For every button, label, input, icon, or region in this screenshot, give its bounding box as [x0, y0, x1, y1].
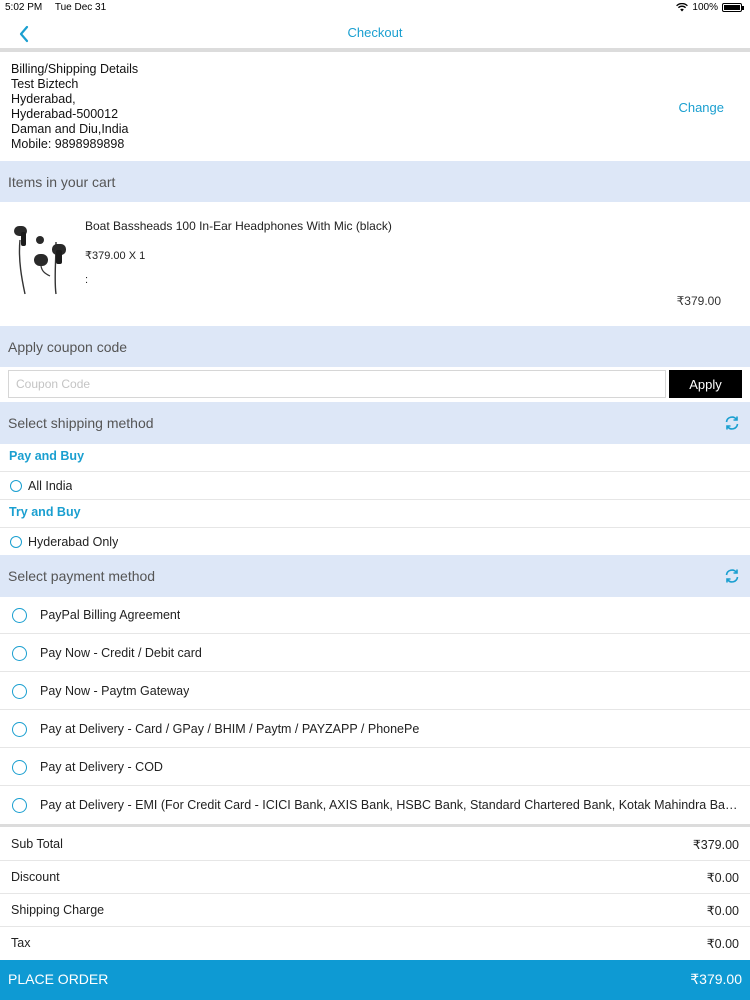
totals-label: Tax — [11, 936, 31, 950]
cart-item-total: ₹379.00 — [676, 294, 721, 308]
payment-option-label: Pay at Delivery - Card / GPay / BHIM / P… — [40, 722, 420, 736]
radio-button[interactable] — [12, 721, 27, 737]
cart-header-label: Items in your cart — [8, 173, 116, 190]
totals-value: ₹0.00 — [706, 904, 739, 918]
address-line1: Hyderabad, — [11, 92, 76, 106]
divider — [0, 824, 750, 827]
cart-section-header: Items in your cart — [0, 161, 750, 202]
payment-option-paytm[interactable]: Pay Now - Paytm Gateway — [0, 674, 750, 708]
radio-button[interactable] — [12, 797, 27, 813]
shipping-header-label: Select shipping method — [8, 415, 154, 431]
apply-coupon-button[interactable]: Apply — [669, 370, 742, 398]
payment-option-label: Pay at Delivery - EMI (For Credit Card -… — [40, 798, 740, 812]
payment-option-paypal[interactable]: PayPal Billing Agreement — [0, 598, 750, 632]
address-mobile: Mobile: 9898989898 — [11, 137, 125, 151]
coupon-section-header: Apply coupon code — [0, 326, 750, 367]
divider — [0, 527, 750, 528]
radio-button[interactable] — [10, 480, 22, 492]
status-bar: 5:02 PM Tue Dec 31 100% — [0, 0, 750, 16]
divider — [0, 893, 750, 894]
coupon-header-label: Apply coupon code — [8, 338, 128, 355]
payment-option-label: Pay Now - Paytm Gateway — [40, 684, 190, 698]
address-line3: Daman and Diu,India — [11, 122, 129, 136]
divider — [0, 633, 750, 634]
refresh-icon[interactable] — [723, 567, 741, 585]
cart-item-name: Boat Bassheads 100 In-Ear Headphones Wit… — [85, 219, 392, 233]
cart-item-price-qty: ₹379.00 X 1 — [85, 250, 146, 262]
change-address-button[interactable]: Change — [678, 100, 724, 115]
status-time: 5:02 PM — [5, 2, 43, 13]
radio-button[interactable] — [12, 683, 27, 699]
cart-item-options: : — [85, 274, 89, 286]
place-order-amount: ₹379.00 — [690, 971, 742, 987]
radio-button[interactable] — [12, 645, 27, 661]
payment-option-label: PayPal Billing Agreement — [40, 608, 181, 622]
divider — [0, 860, 750, 861]
totals-label: Sub Total — [11, 837, 63, 851]
totals-value: ₹0.00 — [706, 937, 739, 951]
place-order-button[interactable]: PLACE ORDER ₹379.00 — [0, 960, 750, 1000]
payment-option-label: Pay at Delivery - COD — [40, 760, 163, 774]
divider — [0, 471, 750, 472]
divider — [0, 671, 750, 672]
status-date: Tue Dec 31 — [54, 2, 107, 13]
radio-button[interactable] — [12, 759, 27, 775]
nav-bar: Checkout — [0, 16, 750, 52]
address-section: Billing/Shipping Details Test Biztech Hy… — [0, 56, 750, 161]
divider — [0, 785, 750, 786]
payment-option-label: Pay Now - Credit / Debit card — [40, 646, 202, 660]
battery-icon — [722, 3, 744, 12]
address-name: Test Biztech — [11, 77, 79, 91]
shipping-group-title: Try and Buy — [9, 505, 81, 519]
address-line2: Hyderabad-500012 — [11, 107, 119, 121]
wifi-icon — [676, 3, 689, 12]
payment-option-delivery-card[interactable]: Pay at Delivery - Card / GPay / BHIM / P… — [0, 712, 750, 746]
totals-value: ₹0.00 — [706, 871, 739, 885]
refresh-icon[interactable] — [723, 414, 741, 432]
radio-button[interactable] — [10, 536, 22, 548]
payment-section-header: Select payment method — [0, 555, 750, 597]
shipping-option-label: All India — [28, 479, 73, 493]
shipping-group-title: Pay and Buy — [9, 449, 85, 463]
shipping-option-label: Hyderabad Only — [28, 535, 119, 549]
address-heading: Billing/Shipping Details — [11, 62, 139, 76]
shipping-option-hyderabad[interactable]: Hyderabad Only — [0, 530, 750, 554]
divider — [0, 926, 750, 927]
payment-header-label: Select payment method — [8, 568, 156, 584]
battery-percent: 100% — [692, 2, 718, 13]
divider — [0, 499, 750, 500]
totals-label: Shipping Charge — [11, 903, 105, 917]
totals-value: ₹379.00 — [692, 838, 739, 852]
page-title: Checkout — [347, 25, 403, 40]
place-order-label: PLACE ORDER — [8, 971, 109, 987]
totals-label: Discount — [11, 870, 60, 884]
headphones-image — [14, 226, 66, 295]
payment-option-emi[interactable]: Pay at Delivery - EMI (For Credit Card -… — [0, 788, 750, 822]
radio-button[interactable] — [12, 607, 27, 623]
shipping-section-header: Select shipping method — [0, 402, 750, 444]
cart-item: Boat Bassheads 100 In-Ear Headphones Wit… — [0, 202, 750, 326]
payment-option-card[interactable]: Pay Now - Credit / Debit card — [0, 636, 750, 670]
payment-option-cod[interactable]: Pay at Delivery - COD — [0, 750, 750, 784]
shipping-option-all-india[interactable]: All India — [0, 474, 750, 498]
coupon-code-input[interactable] — [8, 370, 666, 398]
divider — [0, 709, 750, 710]
divider — [0, 747, 750, 748]
